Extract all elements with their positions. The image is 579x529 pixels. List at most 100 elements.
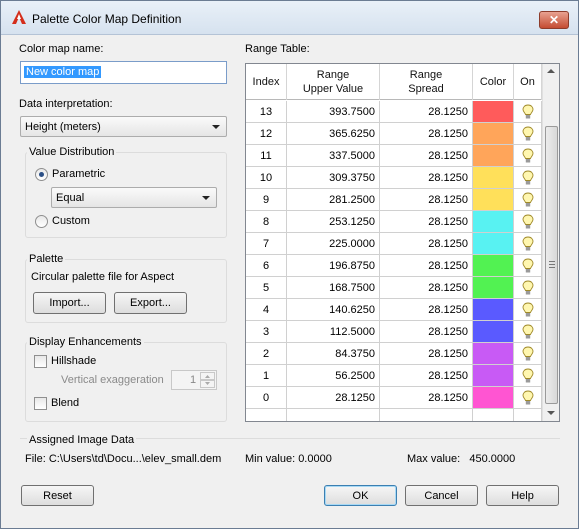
row-on-toggle[interactable] [514, 277, 542, 299]
color-swatch[interactable] [473, 299, 513, 320]
table-row[interactable]: 3 112.5000 28.1250 [246, 321, 542, 343]
row-color-cell[interactable] [473, 299, 514, 321]
row-color-cell[interactable] [473, 365, 514, 387]
column-header-index[interactable]: Index [246, 64, 287, 100]
row-on-toggle[interactable] [514, 387, 542, 409]
row-color-cell[interactable] [473, 145, 514, 167]
row-on-toggle[interactable] [514, 211, 542, 233]
row-spread[interactable]: 28.1250 [380, 233, 473, 255]
row-upper-value[interactable]: 225.0000 [287, 233, 380, 255]
row-on-toggle[interactable] [514, 365, 542, 387]
scrollbar-thumb[interactable] [545, 126, 558, 404]
table-row[interactable]: 13 393.7500 28.1250 [246, 101, 542, 123]
scroll-down-button[interactable] [543, 405, 559, 421]
row-spread[interactable]: 28.1250 [380, 101, 473, 123]
row-color-cell[interactable] [473, 211, 514, 233]
row-upper-value[interactable]: 309.3750 [287, 167, 380, 189]
color-swatch[interactable] [473, 365, 513, 386]
table-row[interactable]: 4 140.6250 28.1250 [246, 299, 542, 321]
table-row[interactable]: 9 281.2500 28.1250 [246, 189, 542, 211]
row-spread[interactable]: 28.1250 [380, 277, 473, 299]
table-row[interactable]: 2 84.3750 28.1250 [246, 343, 542, 365]
row-on-toggle[interactable] [514, 145, 542, 167]
color-swatch[interactable] [473, 101, 513, 122]
color-swatch[interactable] [473, 145, 513, 166]
color-swatch[interactable] [473, 343, 513, 364]
row-spread[interactable]: 28.1250 [380, 255, 473, 277]
row-upper-value[interactable]: 393.7500 [287, 101, 380, 123]
help-button[interactable]: Help [486, 485, 559, 506]
color-swatch[interactable] [473, 255, 513, 276]
column-header-spread[interactable]: Range Spread [380, 64, 473, 100]
row-spread[interactable]: 28.1250 [380, 299, 473, 321]
row-color-cell[interactable] [473, 343, 514, 365]
scroll-up-button[interactable] [543, 64, 559, 80]
row-on-toggle[interactable] [514, 167, 542, 189]
table-row[interactable]: 0 28.1250 28.1250 [246, 387, 542, 409]
row-on-toggle[interactable] [514, 123, 542, 145]
row-color-cell[interactable] [473, 167, 514, 189]
row-color-cell[interactable] [473, 321, 514, 343]
reset-button[interactable]: Reset [21, 485, 94, 506]
title-bar[interactable]: Palette Color Map Definition ✕ [1, 1, 578, 35]
row-color-cell[interactable] [473, 277, 514, 299]
row-color-cell[interactable] [473, 101, 514, 123]
row-upper-value[interactable]: 56.2500 [287, 365, 380, 387]
row-on-toggle[interactable] [514, 321, 542, 343]
row-upper-value[interactable]: 337.5000 [287, 145, 380, 167]
color-swatch[interactable] [473, 189, 513, 210]
row-on-toggle[interactable] [514, 189, 542, 211]
close-button[interactable]: ✕ [539, 11, 569, 29]
parametric-radio[interactable] [35, 168, 48, 181]
color-swatch[interactable] [473, 167, 513, 188]
ok-button[interactable]: OK [324, 485, 397, 506]
table-row[interactable]: 10 309.3750 28.1250 [246, 167, 542, 189]
row-upper-value[interactable]: 253.1250 [287, 211, 380, 233]
row-spread[interactable]: 28.1250 [380, 365, 473, 387]
row-upper-value[interactable]: 140.6250 [287, 299, 380, 321]
row-spread[interactable]: 28.1250 [380, 343, 473, 365]
row-upper-value[interactable]: 168.7500 [287, 277, 380, 299]
row-on-toggle[interactable] [514, 343, 542, 365]
table-row[interactable]: 6 196.8750 28.1250 [246, 255, 542, 277]
row-upper-value[interactable]: 281.2500 [287, 189, 380, 211]
export-button[interactable]: Export... [114, 292, 187, 314]
hillshade-checkbox[interactable] [34, 355, 47, 368]
row-on-toggle[interactable] [514, 299, 542, 321]
color-swatch[interactable] [473, 233, 513, 254]
row-on-toggle[interactable] [514, 233, 542, 255]
table-row[interactable]: 12 365.6250 28.1250 [246, 123, 542, 145]
row-on-toggle[interactable] [514, 255, 542, 277]
column-header-on[interactable]: On [514, 64, 542, 100]
row-upper-value[interactable]: 28.1250 [287, 387, 380, 409]
row-color-cell[interactable] [473, 233, 514, 255]
table-row[interactable]: 5 168.7500 28.1250 [246, 277, 542, 299]
spinner-down-button[interactable] [200, 380, 215, 388]
row-upper-value[interactable]: 84.3750 [287, 343, 380, 365]
row-spread[interactable]: 28.1250 [380, 167, 473, 189]
column-header-upper-value[interactable]: Range Upper Value [287, 64, 380, 100]
row-spread[interactable]: 28.1250 [380, 123, 473, 145]
row-spread[interactable]: 28.1250 [380, 387, 473, 409]
row-color-cell[interactable] [473, 255, 514, 277]
table-row[interactable]: 7 225.0000 28.1250 [246, 233, 542, 255]
row-upper-value[interactable]: 112.5000 [287, 321, 380, 343]
cancel-button[interactable]: Cancel [405, 485, 478, 506]
color-swatch[interactable] [473, 123, 513, 144]
row-spread[interactable]: 28.1250 [380, 321, 473, 343]
color-swatch[interactable] [473, 211, 513, 232]
range-table[interactable]: Index Range Upper Value Range Spread Color… [245, 63, 560, 422]
table-scrollbar[interactable] [542, 64, 559, 421]
import-button[interactable]: Import... [33, 292, 106, 314]
table-row[interactable]: 8 253.1250 28.1250 [246, 211, 542, 233]
row-color-cell[interactable] [473, 387, 514, 409]
row-upper-value[interactable]: 196.8750 [287, 255, 380, 277]
row-color-cell[interactable] [473, 189, 514, 211]
row-upper-value[interactable]: 365.6250 [287, 123, 380, 145]
row-spread[interactable]: 28.1250 [380, 211, 473, 233]
vertical-exaggeration-spinner[interactable]: 1 [171, 370, 217, 390]
data-interpretation-dropdown[interactable]: Height (meters) [20, 116, 227, 137]
distribution-method-dropdown[interactable]: Equal [51, 187, 217, 208]
row-spread[interactable]: 28.1250 [380, 145, 473, 167]
table-row[interactable]: 1 56.2500 28.1250 [246, 365, 542, 387]
